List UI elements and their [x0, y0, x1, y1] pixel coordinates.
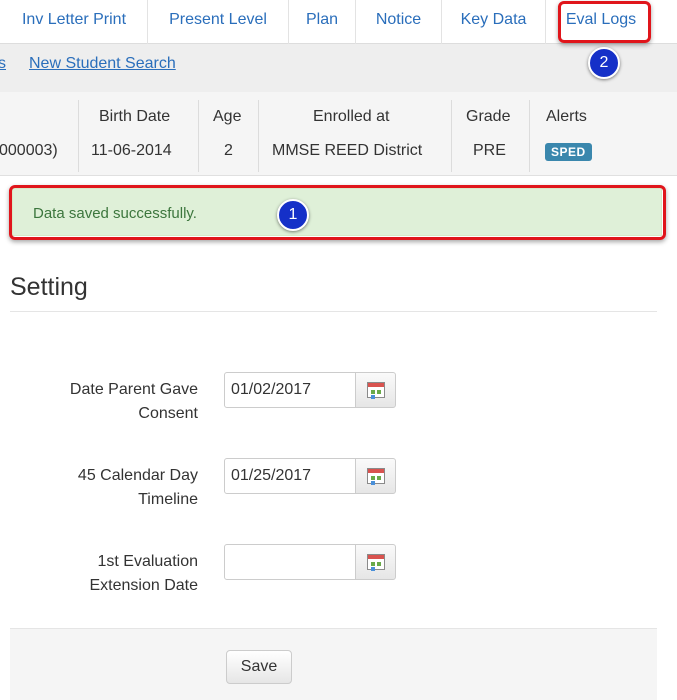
tab-present-level[interactable]: Present Level: [148, 0, 288, 44]
form-actions-bar: [10, 628, 657, 700]
alert-highlight-box: [9, 185, 666, 240]
enrolled-at-value: MMSE REED District: [272, 142, 423, 159]
consent-date-input[interactable]: 01/02/2017: [224, 372, 356, 408]
label-line: Date Parent Gave: [69, 381, 198, 398]
extension-date-input[interactable]: [224, 544, 356, 580]
birth-date-value: 11-06-2014: [91, 142, 172, 159]
consent-date-calendar-button[interactable]: [355, 372, 396, 408]
tab-notice[interactable]: Notice: [356, 0, 441, 44]
new-student-search-link[interactable]: New Student Search: [29, 55, 176, 73]
calendar-icon: [367, 382, 385, 399]
header-alerts: Alerts: [546, 108, 587, 125]
save-button[interactable]: Save: [226, 650, 292, 684]
age-value: 2: [224, 142, 233, 159]
tab-divider: [545, 0, 546, 44]
label-line: Timeline: [138, 491, 198, 508]
extension-date-label: 1st Evaluation Extension Date: [0, 550, 198, 598]
consent-date-label: Date Parent Gave Consent: [0, 378, 198, 426]
timeline-calendar-button[interactable]: [355, 458, 396, 494]
column-divider: [198, 100, 199, 172]
column-divider: [529, 100, 530, 172]
sped-badge: SPED: [545, 143, 592, 161]
header-birth-date: Birth Date: [99, 108, 171, 125]
tab-key-data[interactable]: Key Data: [442, 0, 545, 44]
tab-plan[interactable]: Plan: [289, 0, 355, 44]
student-info-table: [0, 92, 677, 176]
calendar-icon: [367, 468, 385, 485]
column-divider: [451, 100, 452, 172]
label-line: Consent: [138, 405, 198, 422]
label-line: 45 Calendar Day: [77, 467, 198, 484]
calendar-icon: [367, 554, 385, 571]
section-divider: [10, 311, 657, 312]
callout-marker-1: 1: [277, 199, 309, 231]
tab-inv-letter-print[interactable]: Inv Letter Print: [4, 0, 144, 44]
header-age: Age: [213, 108, 242, 125]
label-line: 1st Evaluation: [97, 553, 198, 570]
callout-marker-2: 2: [588, 47, 620, 79]
sub-nav: s New Student Search: [0, 44, 677, 92]
timeline-input[interactable]: 01/25/2017: [224, 458, 356, 494]
column-divider: [258, 100, 259, 172]
header-enrolled-at: Enrolled at: [313, 108, 390, 125]
timeline-label: 45 Calendar Day Timeline: [0, 464, 198, 512]
label-line: Extension Date: [89, 577, 198, 594]
section-title: Setting: [10, 273, 88, 301]
header-grade: Grade: [466, 108, 511, 125]
column-divider: [78, 100, 79, 172]
grade-value: PRE: [473, 142, 506, 159]
student-id: 000003): [0, 142, 58, 159]
extension-date-calendar-button[interactable]: [355, 544, 396, 580]
eval-logs-highlight-box: [558, 1, 651, 43]
partial-link[interactable]: s: [0, 55, 6, 73]
